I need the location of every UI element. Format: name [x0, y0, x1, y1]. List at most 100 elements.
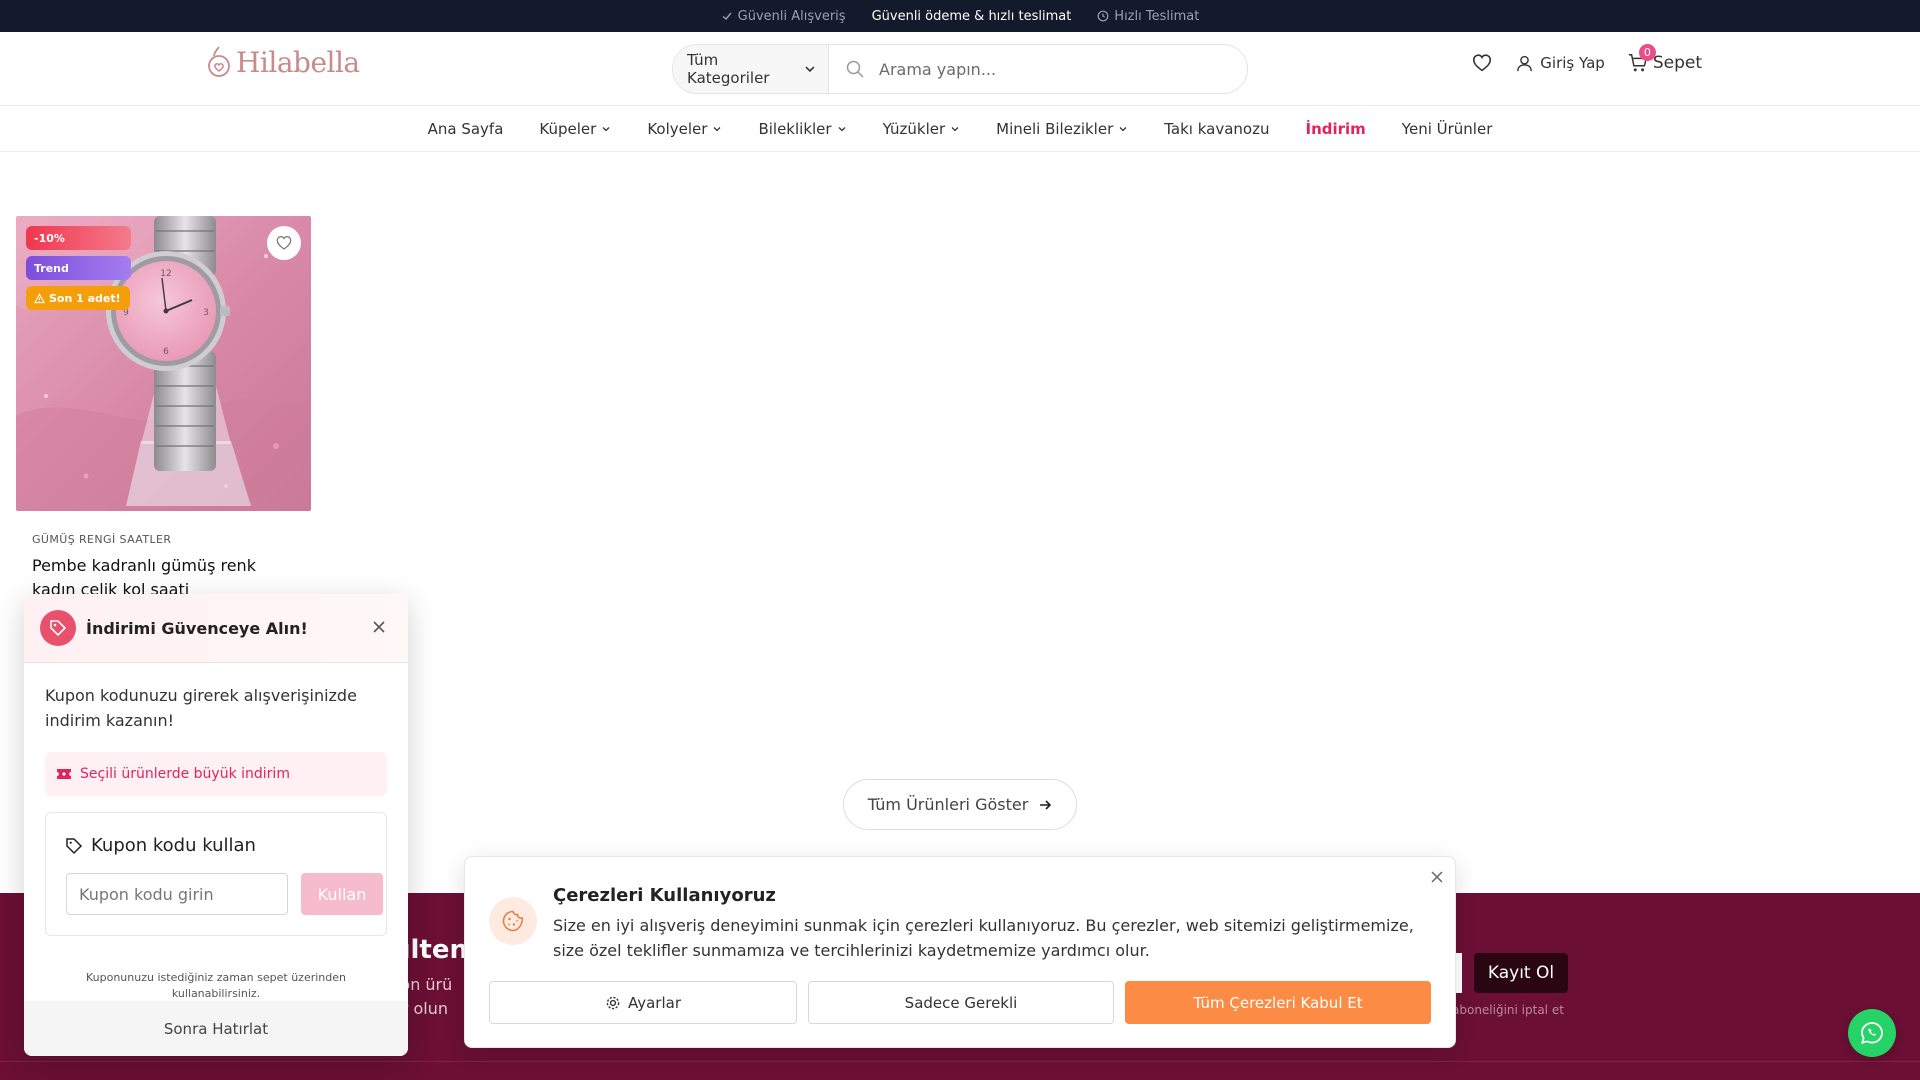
login-label: Giriş Yap	[1540, 54, 1605, 72]
newsletter-unsubscribe-note: aboneliğini iptal et	[1452, 1003, 1564, 1017]
coupon-popup: İndirimi Güvenceye Alın! Kupon kodunuzu …	[24, 594, 408, 1056]
chevron-down-icon	[805, 66, 815, 73]
search-bar: Tüm Kategoriler	[672, 44, 1248, 94]
coupon-code-box-label: Kupon kodu kullan	[91, 835, 256, 856]
main-nav: Ana Sayfa Küpeler Kolyeler Bileklikler Y…	[0, 107, 1920, 152]
low-stock-badge-label: Son 1 adet!	[49, 291, 121, 305]
login-button[interactable]: Giriş Yap	[1515, 54, 1605, 73]
close-icon[interactable]	[370, 618, 388, 636]
chevron-down-icon	[602, 127, 610, 132]
search-input[interactable]	[865, 45, 1247, 93]
discount-badge-label: -10%	[34, 231, 65, 245]
nav-item-necklaces[interactable]: Kolyeler	[629, 120, 740, 138]
remind-later-button[interactable]: Sonra Hatırlat	[24, 1001, 408, 1056]
coupon-promo-text: Seçili ürünlerde büyük indirim	[80, 766, 290, 782]
coupon-code-box: Kupon kodu kullan Kullan	[45, 812, 387, 936]
footer-divider	[0, 1061, 1920, 1062]
whatsapp-chat-button[interactable]	[1848, 1009, 1896, 1057]
nav-item-new-products[interactable]: Yeni Ürünler	[1384, 120, 1511, 138]
heart-icon	[276, 236, 292, 250]
cookie-icon-badge	[489, 897, 537, 945]
low-stock-badge: Son 1 adet!	[26, 286, 130, 310]
svg-text:12: 12	[160, 269, 171, 279]
favorites-button[interactable]	[1471, 52, 1493, 74]
nav-item-home[interactable]: Ana Sayfa	[410, 120, 522, 138]
search-icon	[846, 60, 864, 78]
product-image[interactable]: 12 3 6 9 -10% Trend Son 1 adet!	[16, 216, 311, 511]
cookie-banner-text: Size en iyi alışveriş deneyimini sunmak …	[553, 916, 1414, 960]
tag-icon	[50, 620, 67, 637]
ticket-icon	[57, 769, 71, 779]
cart-button[interactable]: 0 Sepet	[1627, 44, 1702, 74]
trend-badge-label: Trend	[34, 261, 69, 275]
wishlist-button[interactable]	[267, 226, 301, 260]
coupon-popup-description: Kupon kodunuzu girerek alışverişinizde i…	[45, 686, 357, 730]
nav-item-sale[interactable]: İndirim	[1287, 120, 1383, 138]
newsletter-subscribe-button[interactable]: Kayıt Ol	[1474, 953, 1568, 993]
chevron-down-icon	[713, 127, 721, 132]
coupon-popup-header: İndirimi Güvenceye Alın!	[24, 594, 408, 663]
clock-icon	[1097, 10, 1109, 22]
coupon-promo-banner: Seçili ürünlerde büyük indirim	[45, 752, 387, 796]
nav-item-jewelry-jar[interactable]: Takı kavanozu	[1146, 120, 1287, 138]
coupon-tag-badge	[40, 610, 76, 646]
nav-item-label: Kolyeler	[647, 120, 708, 138]
check-icon	[722, 12, 732, 20]
arrow-right-icon	[1040, 799, 1052, 810]
show-all-products-label: Tüm Ürünleri Göster	[867, 795, 1029, 814]
nav-item-label: Ana Sayfa	[427, 120, 504, 138]
cookie-banner-title: Çerezleri Kullanıyoruz	[553, 885, 776, 906]
chevron-down-icon	[951, 127, 959, 132]
nav-item-label: İndirim	[1305, 120, 1366, 138]
cookie-icon	[502, 910, 524, 932]
cart-label: Sepet	[1652, 53, 1702, 73]
nav-item-label: Küpeler	[539, 120, 597, 138]
coupon-code-box-title: Kupon kodu kullan	[65, 835, 256, 856]
cookie-settings-label: Ayarlar	[627, 993, 681, 1012]
chevron-down-icon	[1119, 127, 1127, 132]
header-actions: Giriş Yap 0 Sepet	[1471, 44, 1702, 74]
cart-count-badge: 0	[1638, 44, 1656, 61]
show-all-products-button[interactable]: Tüm Ürünleri Göster	[843, 779, 1077, 830]
coupon-code-input[interactable]	[66, 873, 288, 915]
chevron-down-icon	[838, 127, 846, 132]
nav-item-bracelets[interactable]: Bileklikler	[740, 120, 864, 138]
coupon-note: Kuponunuzu istediğiniz zaman sepet üzeri…	[85, 971, 346, 1000]
heart-icon	[1473, 54, 1492, 72]
coupon-popup-title: İndirimi Güvenceye Alın!	[86, 618, 308, 638]
logo-text: Hilabella	[236, 45, 360, 79]
apply-coupon-button[interactable]: Kullan	[301, 873, 383, 915]
top-info-bar: Güvenli Alışveriş Güvenli ödeme & hızlı …	[0, 0, 1920, 32]
cookie-required-only-button[interactable]: Sadece Gerekli	[808, 981, 1114, 1024]
close-icon[interactable]	[1429, 869, 1445, 885]
warning-icon	[34, 292, 45, 303]
topbar-secure-shopping-label: Güvenli Alışveriş	[737, 8, 846, 24]
product-category: GÜMÜŞ RENGİ SAATLER	[32, 533, 172, 546]
svg-text:6: 6	[163, 347, 169, 357]
svg-text:3: 3	[203, 308, 209, 318]
site-header: Hilabella Tüm Kategoriler Giriş Yap 0 Se…	[0, 32, 1920, 106]
cookie-accept-all-button[interactable]: Tüm Çerezleri Kabul Et	[1125, 981, 1431, 1024]
topbar-secure-shopping: Güvenli Alışveriş	[721, 9, 846, 24]
nav-item-label: Bileklikler	[758, 120, 832, 138]
category-select[interactable]: Tüm Kategoriler	[673, 45, 829, 93]
topbar-secure-payment-label: Güvenli ödeme & hızlı teslimat	[871, 8, 1072, 24]
tag-icon	[66, 837, 83, 854]
gear-icon	[606, 996, 620, 1009]
nav-item-label: Mineli Bilezikler	[996, 120, 1114, 138]
whatsapp-icon	[1861, 1022, 1883, 1044]
topbar-fast-delivery-label: Hızlı Teslimat	[1114, 8, 1200, 24]
nav-item-earrings[interactable]: Küpeler	[521, 120, 629, 138]
topbar-fast-delivery: Hızlı Teslimat	[1097, 9, 1199, 24]
topbar-secure-payment: Güvenli ödeme & hızlı teslimat	[872, 9, 1072, 24]
site-logo[interactable]: Hilabella	[206, 45, 360, 79]
logo-mark-icon	[208, 46, 230, 77]
nav-item-label: Takı kavanozu	[1164, 120, 1270, 138]
cookie-settings-button[interactable]: Ayarlar	[489, 981, 797, 1024]
trend-badge: Trend	[26, 256, 131, 280]
discount-badge: -10%	[26, 226, 131, 250]
nav-item-label: Yeni Ürünler	[1401, 120, 1493, 138]
nav-item-enamel-bangles[interactable]: Mineli Bilezikler	[978, 120, 1146, 138]
product-badges: -10% Trend Son 1 adet!	[26, 226, 131, 310]
nav-item-rings[interactable]: Yüzükler	[865, 120, 979, 138]
